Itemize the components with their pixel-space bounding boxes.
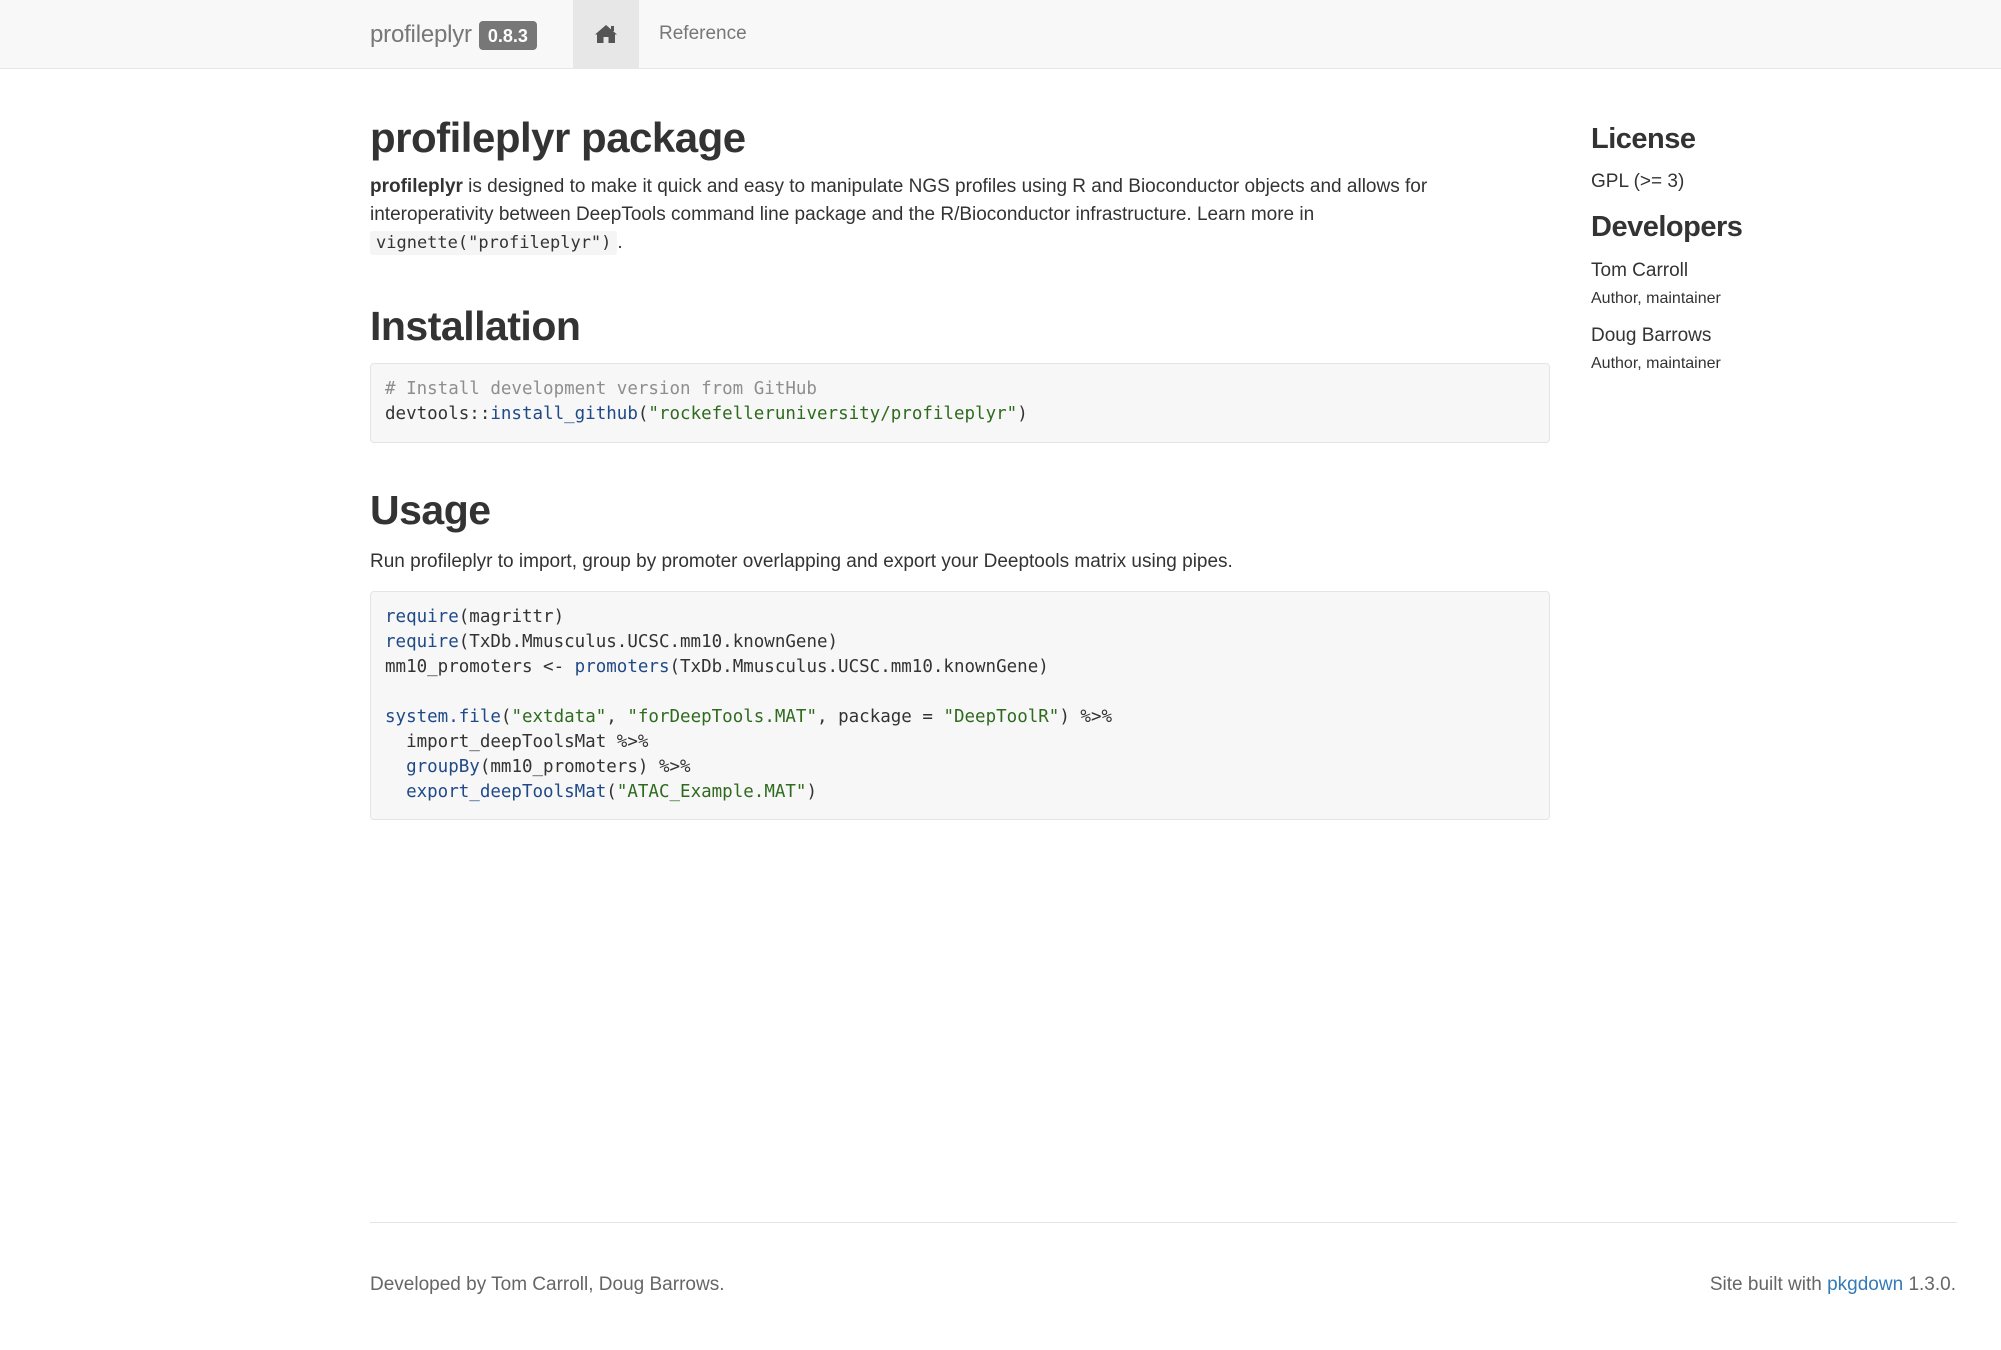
footer-built-with: Site built with pkgdown 1.3.0. [1710,1274,1956,1296]
installation-heading: Installation [370,303,581,349]
code-string: "DeepToolR" [943,707,1060,727]
code-token: ) [806,782,818,802]
developer-role: Author, maintainer [1591,290,1721,307]
code-token: (TxDb.Mmusculus.UCSC.mm10.knownGene) [458,632,839,652]
nav-reference-link[interactable]: Reference [659,0,747,68]
brand-link[interactable]: profileplyr 0.8.3 [370,18,537,52]
intro-paragraph: profileplyr is designed to make it quick… [370,173,1550,257]
code-string: "rockefelleruniversity/profileplyr" [648,404,1018,424]
page-title: profileplyr package [370,114,746,161]
code-token: (magrittr) [458,607,565,627]
footer-built-suffix: 1.3.0. [1903,1274,1956,1295]
developer-role: Author, maintainer [1591,355,1721,372]
intro-text: is designed to make it quick and easy to… [370,176,1428,225]
code-fn: system.file [385,707,501,727]
pkgdown-link[interactable]: pkgdown [1827,1274,1903,1295]
code-fn: install_github [490,404,638,424]
navbar: profileplyr 0.8.3 Reference [0,0,2001,69]
code-token: devtools:: [385,404,491,424]
code-token: ( [606,782,617,802]
developer-item: Tom Carroll Author, maintainer [1591,258,1721,310]
developer-name: Tom Carroll [1591,260,1689,281]
code-token: ( [637,404,649,424]
intro-strong: profileplyr [370,176,463,197]
code-fn: groupBy [406,757,480,777]
code-token: ) [1017,404,1028,424]
home-icon [594,24,618,44]
footer-built-prefix: Site built with [1709,1274,1828,1295]
code-fn: export_deepToolsMat [406,782,607,802]
code-token: ( [500,707,512,727]
code-token: ) %>% [1059,707,1113,727]
version-badge: 0.8.3 [478,20,537,50]
code-token: mm10_promoters <- [385,657,575,677]
code-fn: require [385,632,459,652]
code-string: "ATAC_Example.MAT" [616,782,807,802]
intro-end: . [617,232,623,253]
code-token: (mm10_promoters) %>% [479,757,691,777]
footer-credits: Developed by Tom Carroll, Doug Barrows. [370,1274,725,1295]
code-string: "extdata" [511,707,607,727]
license-heading: License [1591,123,1696,155]
code-token: , package = [817,707,944,727]
code-comment: # Install development version from GitHu… [385,379,817,399]
usage-description: Run profileplyr to import, group by prom… [370,551,1233,572]
code-string: "forDeepTools.MAT" [627,707,818,727]
nav-home-button[interactable] [573,0,639,68]
footer-divider [370,1222,1957,1223]
developer-item: Doug Barrows Author, maintainer [1591,323,1721,375]
developer-name: Doug Barrows [1591,325,1712,346]
vignette-code: vignette("profileplyr") [370,231,618,255]
usage-heading: Usage [370,487,491,533]
code-token: (TxDb.Mmusculus.UCSC.mm10.knownGene) [669,657,1049,677]
usage-code-block: require(magrittr) require(TxDb.Mmusculus… [370,591,1550,820]
license-value: GPL (>= 3) [1591,171,1685,192]
code-token: , [606,707,628,727]
code-fn: require [385,607,459,627]
install-code-block: # Install development version from GitHu… [370,363,1550,443]
code-fn: promoters [574,657,670,677]
code-token: import_deepToolsMat %>% [385,732,649,752]
brand-name: profileplyr [370,21,472,48]
developers-heading: Developers [1591,211,1743,243]
